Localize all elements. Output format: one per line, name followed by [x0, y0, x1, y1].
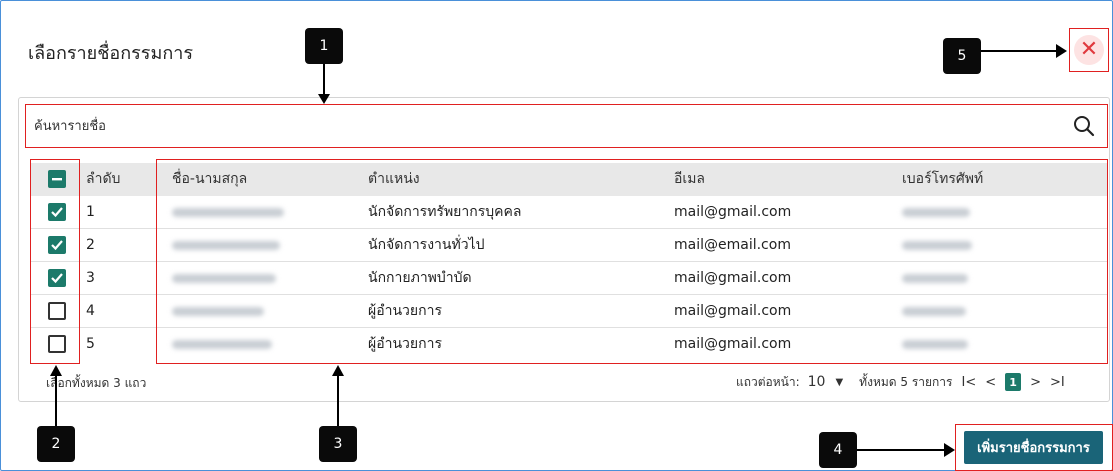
close-icon[interactable]: ✕ [1074, 35, 1104, 65]
callout-5-arrow [981, 50, 1057, 52]
add-button-highlight: เพิ่มรายชื่อกรรมการ [955, 424, 1113, 471]
next-page-icon[interactable]: > [1030, 375, 1041, 390]
close-button-highlight: ✕ [1069, 28, 1109, 72]
page-1-button[interactable]: 1 [1005, 373, 1022, 391]
search-icon[interactable] [1073, 115, 1095, 137]
row-index: 4 [86, 303, 95, 319]
search-box-highlight [25, 104, 1108, 148]
callout-3-arrow [337, 376, 339, 426]
callout-2-arrowhead [50, 365, 62, 376]
pagination: แถวต่อหน้า: 10 ▼ ทั้งหมด 5 รายการ I< < 1… [736, 371, 1065, 393]
callout-1-arrow [323, 64, 325, 96]
first-page-icon[interactable]: I< [961, 375, 976, 390]
row-index: 3 [86, 270, 95, 286]
add-committee-button[interactable]: เพิ่มรายชื่อกรรมการ [964, 431, 1103, 464]
callout-1: 1 [305, 28, 343, 64]
row-index: 5 [86, 336, 95, 352]
data-columns-highlight [156, 159, 1108, 364]
callout-4-arrowhead [944, 443, 955, 457]
callout-4-arrow [857, 449, 945, 451]
rows-per-page-label: แถวต่อหน้า: [736, 374, 800, 389]
rows-per-page-select[interactable]: 10 [808, 374, 826, 390]
callout-5: 5 [943, 38, 981, 74]
dialog-title: เลือกรายชื่อกรรมการ [28, 43, 194, 64]
header-index: ลำดับ [86, 171, 121, 187]
callout-4: 4 [819, 432, 857, 468]
last-page-icon[interactable]: >I [1050, 375, 1065, 390]
row-index: 2 [86, 237, 95, 253]
checkbox-column-highlight [30, 159, 80, 364]
prev-page-icon[interactable]: < [985, 375, 996, 390]
callout-1-arrowhead [318, 94, 330, 104]
callout-2: 2 [37, 426, 75, 462]
callout-2-arrow [55, 376, 57, 426]
callout-3: 3 [319, 426, 357, 462]
callout-5-arrowhead [1056, 44, 1067, 58]
callout-3-arrowhead [332, 365, 344, 376]
row-index: 1 [86, 204, 95, 220]
chevron-down-icon[interactable]: ▼ [835, 377, 843, 388]
selected-count: เลือกทั้งหมด 3 แถว [46, 376, 147, 390]
total-count: ทั้งหมด 5 รายการ [859, 374, 953, 389]
search-input[interactable] [32, 111, 1076, 141]
